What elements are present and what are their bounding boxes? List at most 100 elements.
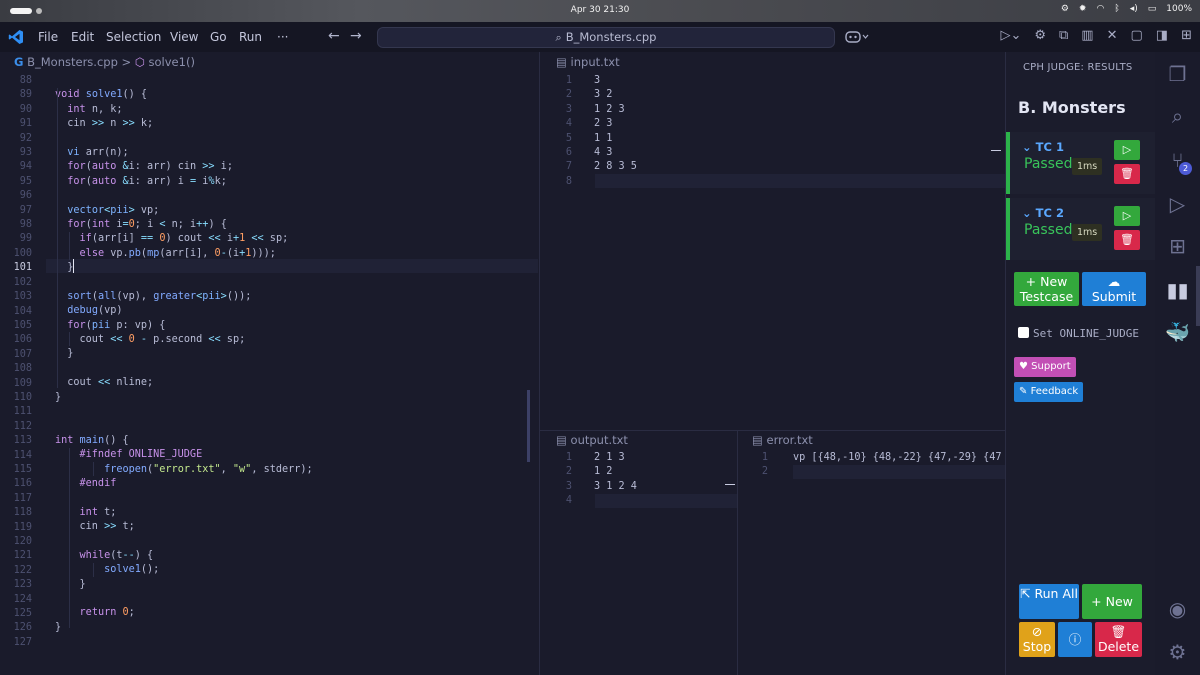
menu-selection[interactable]: Selection bbox=[106, 30, 161, 44]
explorer-icon[interactable]: ❐ bbox=[1155, 62, 1200, 86]
code-line[interactable]: sort(all(vp), greater<pii>()); bbox=[55, 290, 535, 304]
code-line[interactable]: solve1(); bbox=[55, 563, 535, 577]
menu-view[interactable]: View bbox=[170, 30, 198, 44]
code-line[interactable]: 3 2 bbox=[594, 88, 994, 102]
testcase-card[interactable]: ⌄ TC 1 Passed 1ms ▷ 🗑 bbox=[1006, 132, 1156, 194]
code-line[interactable]: cin >> t; bbox=[55, 520, 535, 534]
testcase-title[interactable]: ⌄ TC 2 bbox=[1022, 206, 1064, 220]
code-line[interactable]: #ifndef ONLINE_JUDGE bbox=[55, 448, 535, 462]
system-tray[interactable]: ⚙ ✹ ◠ ᛒ ◂) ▭ 100% bbox=[1061, 4, 1192, 14]
run-and-debug-icon[interactable]: ▷ bbox=[1155, 192, 1200, 216]
menu-file[interactable]: File bbox=[38, 30, 58, 44]
code-line[interactable]: if(arr[i] == 0) cout << i+1 << sp; bbox=[55, 232, 535, 246]
code-line[interactable]: cout << 0 - p.second << sp; bbox=[55, 333, 535, 347]
error-text[interactable]: vp [{48,-10} {48,-22} {47,-29} {47,- bbox=[793, 451, 1003, 480]
menu-run[interactable]: Run bbox=[239, 30, 262, 44]
online-judge-checkbox[interactable] bbox=[1018, 327, 1029, 338]
code-line[interactable]: vp [{48,-10} {48,-22} {47,-29} {47,- bbox=[793, 451, 1003, 465]
copilot-icon[interactable] bbox=[845, 30, 869, 44]
input-text[interactable]: 33 21 2 32 31 14 32 8 3 5 bbox=[594, 74, 994, 189]
code-line[interactable]: 1 2 bbox=[594, 465, 724, 479]
code-line[interactable] bbox=[55, 419, 535, 433]
submit-button[interactable]: ☁ Submit bbox=[1082, 272, 1146, 306]
menu-edit[interactable]: Edit bbox=[71, 30, 94, 44]
account-icon[interactable]: ◉ bbox=[1155, 597, 1200, 621]
testcase-title[interactable]: ⌄ TC 1 bbox=[1022, 140, 1064, 154]
code-line[interactable] bbox=[55, 189, 535, 203]
breadcrumb-file[interactable]: B_Monsters.cpp bbox=[27, 55, 118, 69]
os-clock[interactable]: Apr 30 21:30 bbox=[0, 5, 1200, 15]
manage-gear-icon[interactable]: ⚙ bbox=[1155, 640, 1200, 664]
code-line[interactable]: 2 1 3 bbox=[594, 451, 724, 465]
compare-icon[interactable]: ⧉ bbox=[1059, 28, 1068, 43]
code-line[interactable]: } bbox=[55, 261, 535, 275]
code-line[interactable]: debug(vp) bbox=[55, 304, 535, 318]
code-line[interactable] bbox=[55, 592, 535, 606]
code-line[interactable]: } bbox=[55, 347, 535, 361]
code-line[interactable] bbox=[793, 465, 1003, 479]
set-online-judge-toggle[interactable]: Set ONLINE_JUDGE bbox=[1018, 327, 1139, 340]
new-button[interactable]: + New bbox=[1082, 584, 1142, 619]
code-line[interactable] bbox=[55, 74, 535, 88]
code-line[interactable] bbox=[55, 132, 535, 146]
delete-testcase-button[interactable]: 🗑 bbox=[1114, 164, 1140, 184]
code-line[interactable]: 3 1 2 4 bbox=[594, 480, 724, 494]
code-line[interactable]: 1 2 3 bbox=[594, 103, 994, 117]
code-line[interactable]: while(t--) { bbox=[55, 549, 535, 563]
extension-gear-icon[interactable]: ⚙ bbox=[1034, 28, 1046, 43]
output-text[interactable]: 2 1 31 23 1 2 4 bbox=[594, 451, 724, 509]
toggle-panel-icon[interactable]: ▢ bbox=[1131, 28, 1143, 43]
run-all-button[interactable]: ⇱ Run All bbox=[1019, 584, 1079, 619]
split-editor-icon[interactable]: ▥ bbox=[1081, 28, 1093, 43]
close-icon[interactable]: ✕ bbox=[1107, 28, 1118, 43]
search-icon[interactable]: ⌕ bbox=[1155, 104, 1200, 128]
code-line[interactable] bbox=[55, 362, 535, 376]
run-testcase-button[interactable]: ▷ bbox=[1114, 140, 1140, 160]
code-line[interactable]: } bbox=[55, 391, 535, 405]
code-line[interactable]: int n, k; bbox=[55, 103, 535, 117]
code-line[interactable] bbox=[55, 491, 535, 505]
new-testcase-button[interactable]: + New Testcase bbox=[1014, 272, 1079, 306]
code-line[interactable] bbox=[55, 635, 535, 649]
back-arrow-icon[interactable]: ← bbox=[328, 28, 340, 44]
feedback-button[interactable]: ✎ Feedback bbox=[1014, 382, 1084, 402]
code-line[interactable] bbox=[594, 175, 994, 189]
error-tab[interactable]: ▤ error.txt bbox=[752, 430, 1002, 450]
cph-judge-icon[interactable]: ▮▮ bbox=[1155, 278, 1200, 302]
code-line[interactable]: cin >> n >> k; bbox=[55, 117, 535, 131]
code-line[interactable]: int t; bbox=[55, 506, 535, 520]
code-line[interactable]: for(int i=0; i < n; i++) { bbox=[55, 218, 535, 232]
support-button[interactable]: ♥ Support bbox=[1014, 357, 1076, 377]
code-line[interactable]: 3 bbox=[594, 74, 994, 88]
customize-layout-icon[interactable]: ⊞ bbox=[1181, 28, 1192, 43]
code-line[interactable]: 1 1 bbox=[594, 132, 994, 146]
code-line[interactable]: int main() { bbox=[55, 434, 535, 448]
testcase-card[interactable]: ⌄ TC 2 Passed 1ms ▷ 🗑 bbox=[1006, 198, 1156, 260]
code-line[interactable]: 2 3 bbox=[594, 117, 994, 131]
editor-splitter[interactable] bbox=[539, 52, 540, 675]
settings-icon[interactable]: ⚙ bbox=[1061, 4, 1069, 14]
editor-code[interactable]: void solve1() { int n, k; cin >> n >> k;… bbox=[55, 74, 535, 650]
editor-scroll-marker[interactable] bbox=[527, 390, 530, 462]
delete-testcase-button[interactable]: 🗑 bbox=[1114, 230, 1140, 250]
code-line[interactable]: 4 3 bbox=[594, 146, 994, 160]
code-line[interactable] bbox=[55, 405, 535, 419]
run-debug-icon[interactable]: ▷⌄ bbox=[1000, 28, 1021, 43]
code-line[interactable]: vi arr(n); bbox=[55, 146, 535, 160]
menu-go[interactable]: Go bbox=[210, 30, 227, 44]
code-line[interactable] bbox=[594, 494, 724, 508]
code-line[interactable]: void solve1() { bbox=[55, 88, 535, 102]
info-button[interactable]: ⓘ bbox=[1058, 622, 1092, 657]
code-line[interactable]: 2 8 3 5 bbox=[594, 160, 994, 174]
docker-icon[interactable]: 🐳 bbox=[1155, 320, 1200, 344]
extensions-icon[interactable]: ⊞ bbox=[1155, 234, 1200, 258]
code-line[interactable]: freopen("error.txt", "w", stderr); bbox=[55, 463, 535, 477]
code-line[interactable]: for(pii p: vp) { bbox=[55, 319, 535, 333]
code-line[interactable]: #endif bbox=[55, 477, 535, 491]
output-error-splitter[interactable] bbox=[737, 430, 738, 675]
input-tab[interactable]: ▤ input.txt bbox=[556, 52, 996, 72]
toggle-secondary-sidebar-icon[interactable]: ◨ bbox=[1156, 28, 1168, 43]
run-testcase-button[interactable]: ▷ bbox=[1114, 206, 1140, 226]
code-line[interactable]: for(auto &i: arr) cin >> i; bbox=[55, 160, 535, 174]
activity-scrollbar[interactable] bbox=[1196, 266, 1200, 326]
